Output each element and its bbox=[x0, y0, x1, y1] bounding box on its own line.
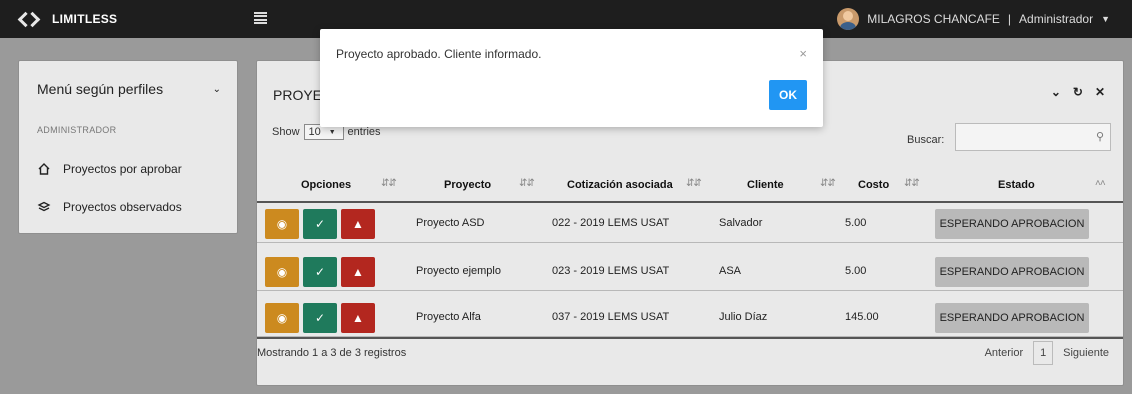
column-header-opciones[interactable]: Opciones bbox=[301, 179, 351, 191]
check-icon: ✓ bbox=[314, 265, 326, 279]
menu-toggle-icon[interactable] bbox=[254, 11, 267, 25]
table-row: ◉ ✓ ▲ Proyecto Alfa 037 - 2019 LEMS USAT… bbox=[257, 299, 1123, 337]
sort-icon[interactable]: ⇵⇵ bbox=[820, 178, 836, 189]
approve-button[interactable]: ✓ bbox=[303, 209, 337, 239]
approve-button[interactable]: ✓ bbox=[303, 257, 337, 287]
sidebar-section-label: ADMINISTRADOR bbox=[37, 125, 117, 135]
sort-icon[interactable]: ˄˄ bbox=[1095, 178, 1106, 189]
sidebar-item-label: Proyectos por aprobar bbox=[63, 162, 182, 176]
entries-select-value: 10 bbox=[308, 126, 321, 138]
ok-button[interactable]: OK bbox=[769, 80, 807, 110]
chevron-down-icon: ▼ bbox=[1101, 14, 1110, 24]
column-header-cliente[interactable]: Cliente bbox=[747, 179, 784, 191]
column-header-proyecto[interactable]: Proyecto bbox=[444, 179, 491, 191]
view-button[interactable]: ◉ bbox=[265, 257, 299, 287]
show-label: Show bbox=[272, 126, 300, 138]
cell-cliente: Salvador bbox=[719, 217, 763, 229]
eye-icon: ◉ bbox=[276, 311, 288, 325]
cell-proyecto: Proyecto ejemplo bbox=[416, 265, 501, 277]
warning-icon: ▲ bbox=[352, 217, 364, 231]
status-badge: ESPERANDO APROBACION bbox=[935, 209, 1089, 239]
cell-cotizacion: 023 - 2019 LEMS USAT bbox=[552, 265, 670, 277]
cell-costo: 5.00 bbox=[845, 265, 867, 277]
sidebar-panel: Menú según perfiles ⌄ ADMINISTRADOR Proy… bbox=[18, 60, 238, 234]
search-label: Buscar: bbox=[907, 134, 945, 146]
user-name: MILAGROS CHANCAFE bbox=[867, 12, 1000, 26]
close-icon[interactable]: ✕ bbox=[1095, 85, 1105, 99]
check-icon: ✓ bbox=[314, 217, 326, 231]
sidebar-item-label: Proyectos observados bbox=[63, 200, 182, 214]
modal-message: Proyecto aprobado. Cliente informado. bbox=[336, 47, 542, 61]
cell-cliente: ASA bbox=[719, 265, 742, 277]
search-input[interactable]: ⚲ bbox=[955, 123, 1111, 151]
observe-button[interactable]: ▲ bbox=[341, 257, 375, 287]
collapse-icon[interactable]: ⌄ bbox=[1051, 85, 1061, 99]
status-badge: ESPERANDO APROBACION bbox=[935, 303, 1089, 333]
pagination: Anterior 1 Siguiente bbox=[985, 341, 1109, 365]
chevron-down-icon[interactable]: ⌄ bbox=[213, 84, 221, 95]
layers-icon bbox=[37, 201, 51, 212]
row-options: ◉ ✓ ▲ bbox=[265, 209, 375, 239]
row-options: ◉ ✓ ▲ bbox=[265, 303, 375, 333]
pagination-next[interactable]: Siguiente bbox=[1063, 347, 1109, 359]
cell-cotizacion: 037 - 2019 LEMS USAT bbox=[552, 311, 670, 323]
cell-cliente: Julio Díaz bbox=[719, 311, 768, 323]
eye-icon: ◉ bbox=[276, 217, 288, 231]
sort-icon[interactable]: ⇵⇵ bbox=[686, 178, 702, 189]
sort-icon[interactable]: ⇵⇵ bbox=[519, 178, 535, 189]
sidebar-item-proyectos-por-aprobar[interactable]: Proyectos por aprobar bbox=[37, 162, 182, 176]
column-header-estado[interactable]: Estado bbox=[998, 179, 1035, 191]
warning-icon: ▲ bbox=[352, 311, 364, 325]
home-icon bbox=[38, 163, 50, 175]
sidebar-item-proyectos-observados[interactable]: Proyectos observados bbox=[37, 200, 182, 214]
cell-cotizacion: 022 - 2019 LEMS USAT bbox=[552, 217, 670, 229]
pagination-page-1[interactable]: 1 bbox=[1033, 341, 1054, 365]
entries-label: entries bbox=[347, 126, 381, 138]
eye-icon: ◉ bbox=[276, 265, 288, 279]
approve-button[interactable]: ✓ bbox=[303, 303, 337, 333]
warning-icon: ▲ bbox=[352, 265, 364, 279]
observe-button[interactable]: ▲ bbox=[341, 209, 375, 239]
sidebar-header[interactable]: Menú según perfiles ⌄ bbox=[37, 81, 221, 97]
table-header: Opciones ⇵⇵ Proyecto ⇵⇵ Cotización asoci… bbox=[257, 171, 1123, 203]
check-icon: ✓ bbox=[314, 311, 326, 325]
reload-icon[interactable]: ↻ bbox=[1073, 85, 1083, 99]
row-options: ◉ ✓ ▲ bbox=[265, 257, 375, 287]
panel-actions: ⌄ ↻ ✕ bbox=[1051, 85, 1105, 99]
cell-costo: 145.00 bbox=[845, 311, 879, 323]
sidebar-title: Menú según perfiles bbox=[37, 81, 164, 97]
column-header-costo[interactable]: Costo bbox=[858, 179, 889, 191]
status-badge: ESPERANDO APROBACION bbox=[935, 257, 1089, 287]
limitless-logo-icon bbox=[20, 12, 38, 26]
confirmation-modal: Proyecto aprobado. Cliente informado. × … bbox=[320, 29, 823, 127]
close-icon[interactable]: × bbox=[799, 46, 807, 61]
sort-icon[interactable]: ⇵⇵ bbox=[904, 178, 920, 189]
user-menu[interactable]: MILAGROS CHANCAFE | Administrador ▼ bbox=[837, 0, 1110, 38]
brand-name: LIMITLESS bbox=[52, 12, 118, 26]
cell-proyecto: Proyecto ASD bbox=[416, 217, 485, 229]
table-row: ◉ ✓ ▲ Proyecto ASD 022 - 2019 LEMS USAT … bbox=[257, 205, 1123, 243]
sort-icon[interactable]: ⇵⇵ bbox=[381, 178, 397, 189]
table-info: Mostrando 1 a 3 de 3 registros bbox=[257, 347, 407, 359]
view-button[interactable]: ◉ bbox=[265, 209, 299, 239]
view-button[interactable]: ◉ bbox=[265, 303, 299, 333]
search-icon: ⚲ bbox=[1095, 131, 1104, 143]
user-separator: | bbox=[1007, 12, 1012, 26]
column-header-cotizacion[interactable]: Cotización asociada bbox=[567, 179, 673, 191]
cell-costo: 5.00 bbox=[845, 217, 867, 229]
avatar bbox=[837, 8, 860, 30]
pagination-previous[interactable]: Anterior bbox=[985, 347, 1024, 359]
table-row: ◉ ✓ ▲ Proyecto ejemplo 023 - 2019 LEMS U… bbox=[257, 253, 1123, 291]
table-footer-border bbox=[257, 337, 1123, 339]
chevron-down-icon: ▼ bbox=[328, 128, 336, 136]
brand[interactable]: LIMITLESS bbox=[20, 0, 117, 38]
user-role: Administrador bbox=[1019, 12, 1094, 26]
cell-proyecto: Proyecto Alfa bbox=[416, 311, 481, 323]
observe-button[interactable]: ▲ bbox=[341, 303, 375, 333]
